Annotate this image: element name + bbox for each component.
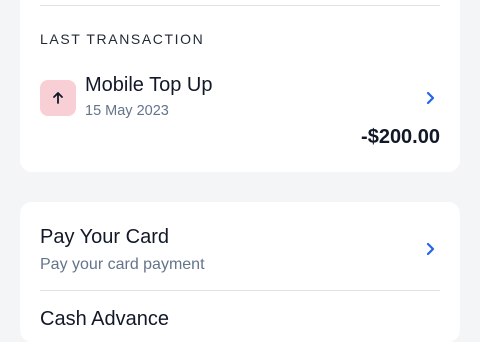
chevron-right-icon[interactable] (423, 91, 437, 105)
transaction-name: Mobile Top Up (85, 74, 213, 96)
last-transaction-card: LAST TRANSACTION Mobile Top Up 15 May 20… (20, 0, 460, 172)
section-title: LAST TRANSACTION (40, 31, 205, 47)
pay-your-card-subtitle: Pay your card payment (40, 256, 205, 273)
divider (40, 5, 440, 6)
actions-card: Pay Your Card Pay your card payment Cash… (20, 202, 460, 342)
chevron-right-icon[interactable] (423, 242, 437, 256)
pay-your-card-title: Pay Your Card (40, 226, 169, 248)
transaction-amount: -$200.00 (361, 126, 440, 148)
divider (40, 290, 440, 291)
transaction-date: 15 May 2023 (85, 103, 169, 119)
arrow-up-icon (40, 80, 76, 116)
